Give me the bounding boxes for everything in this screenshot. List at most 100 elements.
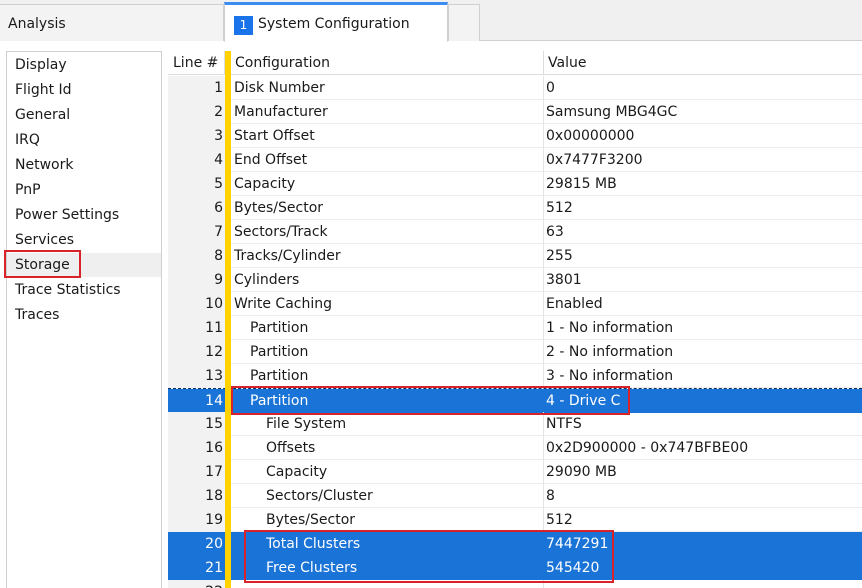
sidebar-item-power-settings[interactable]: Power Settings	[7, 203, 161, 227]
value-cell: 2 - No information	[546, 344, 674, 360]
sidebar-item-storage[interactable]: Storage	[7, 253, 161, 277]
line-number-cell: 7	[168, 220, 225, 244]
table-row[interactable]: 2 Manufacturer Samsung MBG4GC	[168, 100, 862, 124]
tab-analysis[interactable]: Analysis	[0, 4, 224, 41]
table-row[interactable]: 18 Sectors/Cluster 8	[168, 484, 862, 508]
configuration-cell: Manufacturer	[231, 100, 544, 124]
sidebar-item-pnp[interactable]: PnP	[7, 178, 161, 202]
table-row[interactable]: 6 Bytes/Sector 512	[168, 196, 862, 220]
sidebar-item-general[interactable]: General	[7, 103, 161, 127]
line-number-cell: 20	[168, 532, 225, 556]
configuration-cell: Partition	[231, 316, 544, 340]
value-cell: NTFS	[546, 416, 582, 432]
tab-number-badge: 1	[234, 16, 253, 35]
value-cell: 29815 MB	[546, 176, 617, 192]
value-cell: 7447291	[544, 532, 862, 556]
line-number-cell: 21	[168, 556, 225, 580]
table-row[interactable]: 12 Partition 2 - No information	[168, 340, 862, 364]
tab-analysis-label: Analysis	[8, 16, 66, 32]
value-cell: 0	[546, 80, 555, 96]
configuration-cell: Disk Number	[231, 76, 544, 100]
value-cell: 63	[546, 224, 564, 240]
line-number-cell: 13	[168, 364, 225, 388]
value-cell: 3801	[546, 272, 582, 288]
table-row[interactable]: 8 Tracks/Cylinder 255	[168, 244, 862, 268]
line-number-cell: 9	[168, 268, 225, 292]
line-number-cell: 17	[168, 460, 225, 484]
sidebar-item-network[interactable]: Network	[7, 153, 161, 177]
table-row[interactable]: 4 End Offset 0x7477F3200	[168, 148, 862, 172]
table-row[interactable]: 10 Write Caching Enabled	[168, 292, 862, 316]
sidebar-item-traces[interactable]: Traces	[7, 303, 161, 327]
table-row[interactable]: 19 Bytes/Sector 512	[168, 508, 862, 532]
table-row[interactable]: 1 Disk Number 0	[168, 76, 862, 100]
tab-system-configuration-label: System Configuration	[258, 16, 410, 32]
value-cell: Enabled	[546, 296, 603, 312]
table-row[interactable]: 22	[168, 580, 862, 588]
value-cell: 255	[546, 248, 573, 264]
table-row[interactable]: 7 Sectors/Track 63	[168, 220, 862, 244]
configuration-cell	[231, 580, 544, 588]
new-tab-button[interactable]	[448, 4, 480, 41]
line-number-cell: 10	[168, 292, 225, 316]
sidebar-item-flight-id[interactable]: Flight Id	[7, 78, 161, 102]
configuration-cell: Tracks/Cylinder	[231, 244, 544, 268]
table-row[interactable]: 11 Partition 1 - No information	[168, 316, 862, 340]
table-row[interactable]: 20 Total Clusters 7447291	[168, 532, 862, 556]
configuration-cell: Write Caching	[231, 292, 544, 316]
column-header-configuration[interactable]: Configuration	[230, 51, 544, 75]
value-cell: 512	[546, 512, 573, 528]
value-cell: 512	[546, 200, 573, 216]
value-cell: 0x7477F3200	[546, 152, 643, 168]
value-cell: 0x00000000	[546, 128, 635, 144]
configuration-grid: Line # Configuration Value 1 Disk Number 0…	[168, 51, 862, 588]
grouping-bar	[225, 51, 231, 588]
sidebar-item-services[interactable]: Services	[7, 228, 161, 252]
value-cell: 0x2D900000 - 0x747BFBE00	[546, 440, 749, 456]
table-row[interactable]: 14 Partition 4 - Drive C	[168, 388, 862, 413]
tab-system-configuration[interactable]: 1 System Configuration	[224, 2, 448, 42]
line-number-cell: 4	[168, 148, 225, 172]
line-number-cell: 18	[168, 484, 225, 508]
configuration-cell: Offsets	[231, 436, 544, 460]
value-cell: 545420	[544, 556, 862, 580]
column-header-value[interactable]: Value	[544, 51, 862, 75]
table-row[interactable]: 17 Capacity 29090 MB	[168, 460, 862, 484]
configuration-cell: Partition	[231, 364, 544, 388]
sidebar-item-trace-statistics[interactable]: Trace Statistics	[7, 278, 161, 302]
line-number-cell: 16	[168, 436, 225, 460]
line-number-cell: 11	[168, 316, 225, 340]
sidebar-item-irq[interactable]: IRQ	[7, 128, 161, 152]
table-row[interactable]: 16 Offsets 0x2D900000 - 0x747BFBE00	[168, 436, 862, 460]
table-row[interactable]: 5 Capacity 29815 MB	[168, 172, 862, 196]
line-number-cell: 5	[168, 172, 225, 196]
grid-header: Line # Configuration Value	[168, 51, 862, 75]
configuration-cell: Total Clusters	[231, 532, 544, 556]
value-cell: 8	[546, 488, 555, 504]
value-cell	[544, 580, 862, 588]
configuration-cell: Free Clusters	[231, 556, 544, 580]
sidebar-item-display[interactable]: Display	[7, 53, 161, 77]
table-row[interactable]: 21 Free Clusters 545420	[168, 556, 862, 580]
configuration-cell: Bytes/Sector	[231, 508, 544, 532]
line-number-cell: 15	[168, 412, 225, 436]
line-number-cell: 1	[168, 76, 225, 100]
configuration-cell: Capacity	[231, 172, 544, 196]
line-number-cell: 2	[168, 100, 225, 124]
table-row[interactable]: 13 Partition 3 - No information	[168, 364, 862, 388]
line-number-cell: 19	[168, 508, 225, 532]
value-cell: 3 - No information	[546, 368, 674, 384]
tab-strip: Analysis 1 System Configuration	[0, 0, 862, 42]
value-cell: 29090 MB	[546, 464, 617, 480]
table-row[interactable]: 9 Cylinders 3801	[168, 268, 862, 292]
configuration-cell: Cylinders	[231, 268, 544, 292]
configuration-cell: File System	[231, 412, 544, 436]
table-row[interactable]: 3 Start Offset 0x00000000	[168, 124, 862, 148]
table-row[interactable]: 15 File System NTFS	[168, 412, 862, 436]
line-number-cell: 6	[168, 196, 225, 220]
configuration-cell: Sectors/Cluster	[231, 484, 544, 508]
configuration-cell: Partition	[231, 340, 544, 364]
column-header-line-number[interactable]: Line #	[168, 51, 225, 75]
category-list: Display Flight Id General IRQ Network PnP Powe…	[6, 51, 162, 588]
line-number-cell: 22	[168, 580, 225, 588]
